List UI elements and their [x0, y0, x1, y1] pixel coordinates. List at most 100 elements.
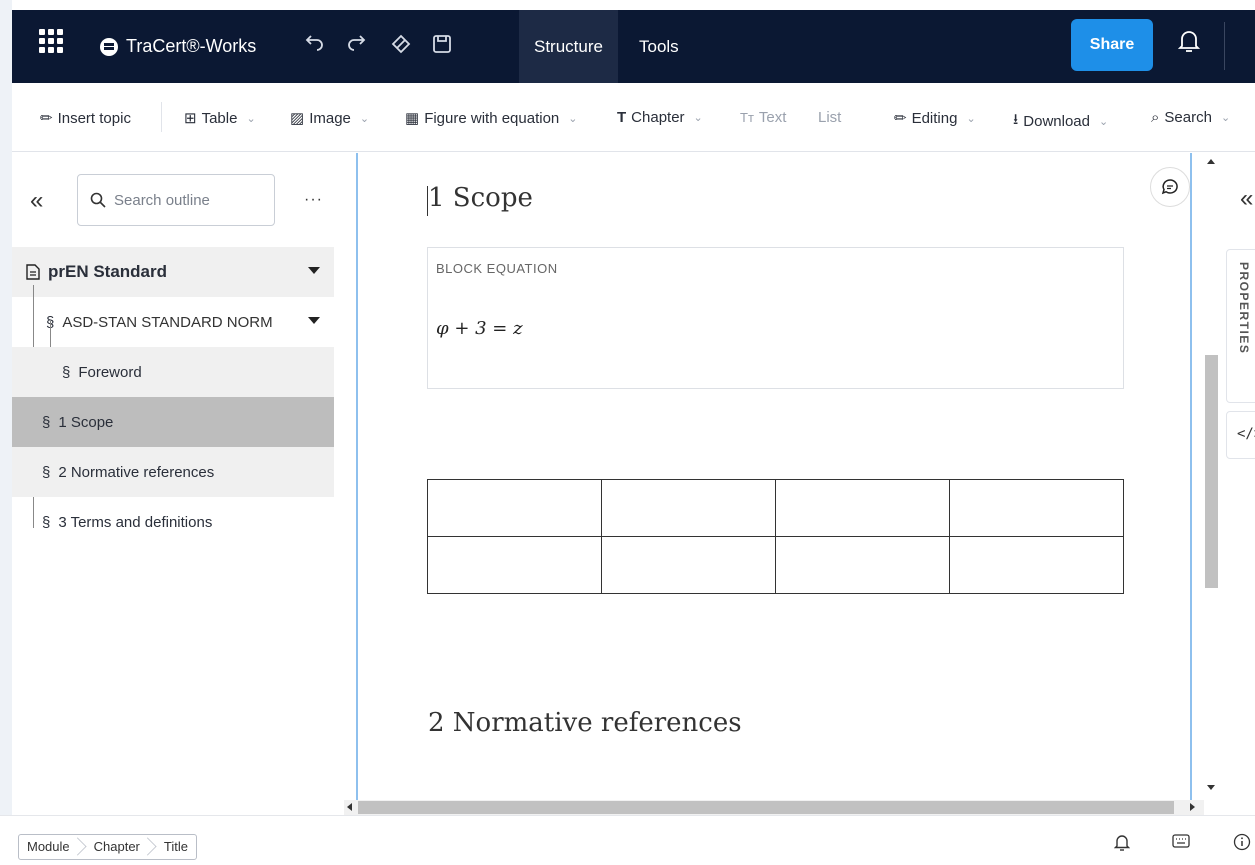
app-window: TraCert®-Works Structure Tools Share ✏ I… — [0, 0, 1255, 865]
block-equation[interactable]: BLOCK EQUATION φ + 3 = z — [427, 247, 1124, 389]
chevron-down-icon: ⌄ — [568, 112, 578, 125]
chevron-down-icon: ⌄ — [246, 112, 256, 125]
outline-item-label: 3 Terms and definitions — [58, 513, 213, 531]
info-icon[interactable] — [1233, 833, 1251, 856]
figure-with-equation-label: Figure with equation — [424, 109, 560, 127]
scroll-left-arrow-icon[interactable] — [347, 803, 352, 811]
search-label: Search — [1164, 109, 1212, 126]
table-row — [427, 479, 1124, 537]
insert-topic-button[interactable]: ✏ Insert topic — [40, 109, 131, 128]
table-cell[interactable] — [949, 479, 1124, 537]
brand-name: TraCert®-Works — [126, 36, 257, 56]
horizontal-scrollbar[interactable] — [344, 800, 1204, 815]
outline-item-label: 2 Normative references — [58, 463, 215, 481]
image-dropdown[interactable]: ▨ Image ⌄ — [290, 109, 370, 128]
expand-panel-icon[interactable]: « — [1240, 185, 1253, 213]
table-cell[interactable] — [775, 536, 950, 594]
chapter-heading[interactable]: 2 Normative references — [428, 708, 742, 738]
outline-item[interactable]: § 3 Terms and definitions — [12, 497, 334, 547]
table-dropdown[interactable]: ⊞ Table ⌄ — [184, 109, 256, 128]
top-bar: TraCert®-Works Structure Tools Share — [12, 10, 1255, 83]
figure-with-equation-dropdown[interactable]: ▦ Figure with equation ⌄ — [405, 109, 578, 128]
chevron-down-icon: ⌄ — [693, 112, 703, 124]
chapter-label: Chapter — [631, 109, 685, 126]
more-options-icon[interactable]: ··· — [304, 191, 323, 209]
chevron-down-icon: ⌄ — [359, 112, 370, 125]
table-cell[interactable] — [775, 479, 950, 537]
search-icon: ⌕ — [1151, 109, 1160, 126]
download-label: Download — [1023, 113, 1090, 130]
outline-item-label: 1 Scope — [58, 413, 114, 431]
insert-topic-label: Insert topic — [57, 109, 131, 127]
outline-search-input[interactable] — [114, 191, 254, 209]
text-t-icon: T — [617, 109, 627, 126]
notifications-bell-icon[interactable] — [1177, 28, 1201, 54]
table-row — [427, 536, 1124, 594]
breadcrumb-item[interactable]: Module — [19, 835, 82, 859]
expand-caret-icon[interactable] — [308, 267, 320, 274]
vertical-scrollbar[interactable] — [1204, 153, 1218, 813]
section-icon: § — [42, 413, 51, 431]
table-cell[interactable] — [601, 536, 776, 594]
breadcrumb-item[interactable]: Chapter — [82, 835, 152, 859]
outline-item-selected[interactable]: § 1 Scope — [12, 397, 334, 447]
menu-structure[interactable]: Structure — [519, 10, 618, 83]
eraser-icon[interactable] — [390, 34, 412, 62]
text-size-icon: Tт — [740, 110, 754, 125]
editing-dropdown[interactable]: ✏ Editing ⌄ — [894, 109, 976, 128]
chapter-dropdown[interactable]: T Chapter ⌄ — [617, 109, 703, 126]
outline-root-label: prEN Standard — [48, 262, 168, 281]
comment-button[interactable] — [1150, 167, 1190, 207]
download-dropdown[interactable]: ⭳ Download ⌄ — [1013, 109, 1108, 134]
chapter-heading[interactable]: 1 Scope — [428, 183, 533, 213]
document-canvas[interactable]: 1 Scope BLOCK EQUATION φ + 3 = z 2 Norma… — [356, 153, 1192, 800]
chevron-down-icon: ⌄ — [1098, 116, 1109, 128]
notification-bell-icon[interactable] — [1113, 833, 1131, 857]
document-table[interactable] — [427, 479, 1124, 594]
text-button[interactable]: Tт Text — [740, 109, 786, 126]
keyboard-icon[interactable] — [1172, 833, 1190, 854]
search-dropdown[interactable]: ⌕ Search ⌄ — [1151, 109, 1230, 126]
table-cell[interactable] — [601, 479, 776, 537]
table-cell[interactable] — [427, 479, 602, 537]
table-cell[interactable] — [427, 536, 602, 594]
table-cell[interactable] — [949, 536, 1124, 594]
menu-tools[interactable]: Tools — [624, 10, 694, 83]
app-grid-icon[interactable] — [39, 29, 63, 53]
share-button[interactable]: Share — [1071, 19, 1153, 71]
section-icon: § — [42, 513, 51, 531]
undo-icon[interactable] — [305, 34, 325, 60]
equation-text[interactable]: φ + 3 = z — [436, 318, 523, 339]
properties-tab-label: PROPERTIES — [1237, 262, 1251, 355]
outline-root[interactable]: prEN Standard — [12, 247, 334, 297]
editor-toolbar: ✏ Insert topic ⊞ Table ⌄ ▨ Image ⌄ ▦ Fig… — [12, 84, 1255, 152]
outline-item[interactable]: § Foreword — [12, 347, 334, 397]
scrollbar-thumb[interactable] — [358, 801, 1174, 814]
save-icon[interactable] — [432, 34, 452, 60]
scrollbar-thumb[interactable] — [1205, 355, 1218, 588]
expand-caret-icon[interactable] — [308, 317, 320, 324]
breadcrumb-item[interactable]: Title — [152, 835, 196, 859]
comment-icon — [1161, 179, 1178, 195]
brand-logo[interactable]: TraCert®-Works — [100, 36, 256, 57]
document-icon — [26, 264, 40, 280]
table-label: Table — [201, 109, 238, 127]
outline-item[interactable]: § ASD-STAN STANDARD NORME A — [12, 297, 334, 347]
outline-search-box[interactable] — [77, 174, 275, 226]
chevron-down-icon: ⌄ — [966, 112, 976, 125]
code-view-tab[interactable]: </> — [1226, 411, 1255, 459]
download-icon: ⭳ — [1013, 111, 1019, 128]
pencil-icon: ✏ — [894, 110, 907, 127]
scroll-down-arrow-icon[interactable] — [1207, 785, 1215, 790]
collapse-sidebar-icon[interactable]: « — [30, 187, 43, 215]
outline-sidebar: « ··· prEN Standard § ASD-STAN STANDARD … — [12, 153, 344, 815]
outline-item[interactable]: § 2 Normative references — [12, 447, 334, 497]
status-bar: Module Chapter Title — [0, 815, 1255, 865]
properties-tab[interactable]: PROPERTIES — [1226, 249, 1255, 403]
redo-icon[interactable] — [346, 34, 366, 60]
section-icon: § — [42, 463, 51, 481]
scroll-right-arrow-icon[interactable] — [1190, 803, 1195, 811]
scroll-up-arrow-icon[interactable] — [1207, 159, 1215, 164]
list-button[interactable]: List — [818, 109, 841, 126]
image-label: Image — [309, 109, 351, 127]
